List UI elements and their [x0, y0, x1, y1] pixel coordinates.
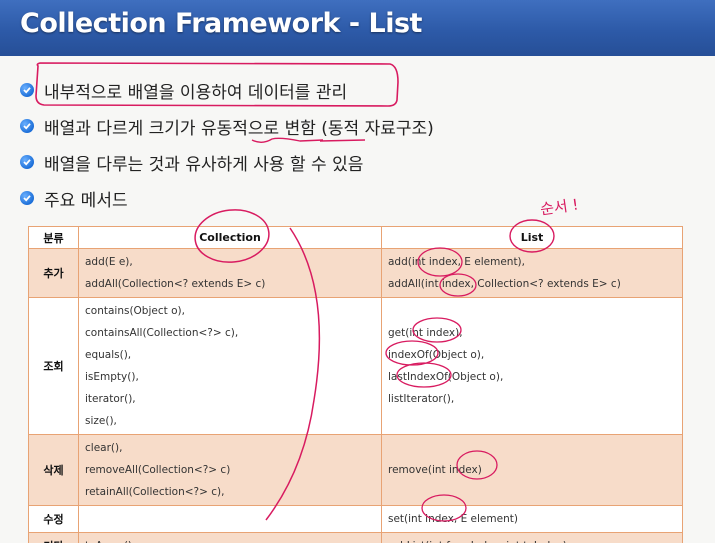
methods-table-wrapper: 분류 Collection List 추가 add(E e), addAll(Col… [28, 226, 683, 543]
check-circle-icon [20, 83, 34, 97]
check-circle-icon [20, 155, 34, 169]
empty-cell-spacer [85, 508, 375, 530]
check-circle-icon [20, 119, 34, 133]
list-methods-cell: set(int index, E element) [381, 505, 683, 533]
table-row: 수정 set(int index, E element) [28, 505, 683, 533]
method-signature: clear(), [85, 442, 123, 454]
method-signature: contains(Object o), [85, 305, 185, 317]
method-signature: isEmpty(), [85, 371, 139, 383]
methods-table: 분류 Collection List 추가 add(E e), addAll(Col… [28, 226, 683, 543]
list-methods-cell: remove(int index) [381, 434, 683, 506]
bullet-item: 배열을 다루는 것과 유사하게 사용 할 수 있음 [20, 144, 700, 180]
list-methods-cell: add(int index, E element), addAll(int ind… [381, 248, 683, 298]
method-signature: indexOf(Object o), [388, 349, 485, 361]
method-signature: equals(), [85, 349, 132, 361]
method-signature: size(), [85, 415, 117, 427]
table-row: 삭제 clear(), removeAll(Collection<?> c) reta… [28, 434, 683, 506]
table-header-row: 분류 Collection List [28, 226, 683, 249]
category-cell: 조회 [28, 297, 79, 435]
header-category: 분류 [28, 226, 79, 249]
method-signature: get(int index), [388, 327, 463, 339]
bullet-text: 배열을 다루는 것과 유사하게 사용 할 수 있음 [44, 154, 364, 175]
category-cell: 추가 [28, 248, 79, 298]
method-signature: set(int index, E element) [388, 513, 518, 525]
bullet-item: 내부적으로 배열을 이용하여 데이터를 관리 [20, 72, 700, 108]
method-signature: toArray() [85, 535, 375, 543]
method-signature: remove(int index) [388, 464, 482, 476]
bullet-item: 주요 메서드 [20, 180, 700, 216]
category-cell: 기타 [28, 532, 79, 543]
header-list: List [381, 226, 683, 249]
slide-header: Collection Framework - List [0, 0, 715, 56]
category-cell: 삭제 [28, 434, 79, 506]
method-signature: addAll(Collection<? extends E> c) [85, 278, 266, 290]
method-signature: iterator(), [85, 393, 136, 405]
table-row: 기타 toArray() subList(int fromIndex, int to… [28, 532, 683, 543]
table-row: 조회 contains(Object o), containsAll(Collect… [28, 297, 683, 435]
method-signature: subList(int fromIndex, int toIndex) [388, 535, 676, 543]
method-signature: addAll(int index, Collection<? extends E… [388, 278, 621, 290]
bullet-text: 내부적으로 배열을 이용하여 데이터를 관리 [44, 82, 348, 103]
slide-title: Collection Framework - List [20, 8, 422, 39]
table-row: 추가 add(E e), addAll(Collection<? extends E… [28, 248, 683, 298]
bullet-list: 내부적으로 배열을 이용하여 데이터를 관리 배열과 다르게 크기가 유동적으로… [20, 72, 700, 216]
bullet-text: 배열과 다르게 크기가 유동적으로 변함 (동적 자료구조) [44, 118, 434, 139]
collection-methods-cell: toArray() [78, 532, 382, 543]
collection-methods-cell: clear(), removeAll(Collection<?> c) retain… [78, 434, 382, 506]
header-collection: Collection [78, 226, 382, 249]
bullet-text: 주요 메서드 [44, 190, 128, 211]
method-signature: add(E e), [85, 256, 133, 268]
category-cell: 수정 [28, 505, 79, 533]
method-signature: removeAll(Collection<?> c) [85, 464, 231, 476]
list-methods-cell: subList(int fromIndex, int toIndex) [381, 532, 683, 543]
list-methods-cell: get(int index), indexOf(Object o), lastInd… [381, 297, 683, 435]
method-signature: add(int index, E element), [388, 256, 525, 268]
method-signature: retainAll(Collection<?> c), [85, 486, 225, 498]
bullet-item: 배열과 다르게 크기가 유동적으로 변함 (동적 자료구조) [20, 108, 700, 144]
collection-methods-cell: add(E e), addAll(Collection<? extends E> … [78, 248, 382, 298]
check-circle-icon [20, 191, 34, 205]
collection-methods-cell: contains(Object o), containsAll(Collectio… [78, 297, 382, 435]
method-signature: listIterator(), [388, 393, 455, 405]
collection-methods-cell [78, 505, 382, 533]
method-signature: lastIndexOf(Object o), [388, 371, 504, 383]
method-signature: containsAll(Collection<?> c), [85, 327, 239, 339]
